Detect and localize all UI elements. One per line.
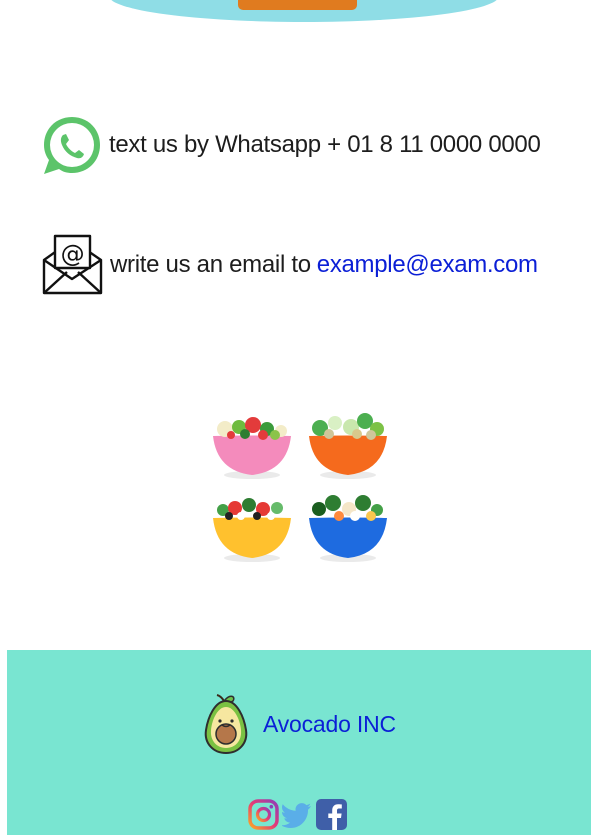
whatsapp-contact: text us by Whatsapp + 01 8 11 0000 0000 (41, 114, 541, 176)
salad-bowls-illustration (213, 413, 387, 562)
social-links (248, 799, 347, 830)
salad-bowl-blue (309, 495, 387, 562)
instagram-icon[interactable] (248, 799, 279, 830)
facebook-icon[interactable] (316, 799, 347, 830)
brand-link[interactable]: Avocado INC (263, 711, 396, 738)
twitter-icon[interactable] (280, 799, 313, 830)
avocado-logo-icon (204, 694, 248, 755)
whatsapp-text: text us by Whatsapp + 01 8 11 0000 0000 (109, 131, 541, 158)
email-contact: @ write us an email to example@exam.com (41, 234, 538, 296)
email-text: write us an email to (110, 251, 311, 278)
salad-bowl-yellow (213, 498, 291, 562)
whatsapp-icon[interactable] (41, 114, 103, 176)
salad-bowl-orange (309, 413, 387, 479)
email-envelope-icon: @ (42, 234, 103, 295)
brand: Avocado INC (203, 693, 396, 755)
header-button[interactable] (238, 0, 357, 10)
email-link[interactable]: example@exam.com (317, 251, 538, 279)
salad-bowl-pink (213, 417, 291, 479)
svg-text:@: @ (61, 240, 85, 268)
footer: Avocado INC (7, 650, 591, 835)
